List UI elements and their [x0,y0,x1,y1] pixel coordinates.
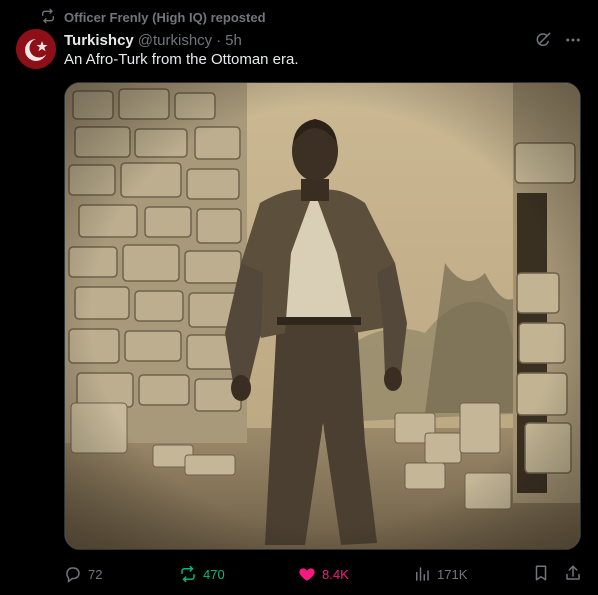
reply-count: 72 [88,566,103,582]
reply-button[interactable]: 72 [64,565,179,583]
action-bar: 72 470 8.4K 171K [64,562,582,586]
share-icon[interactable] [564,564,582,585]
handle[interactable]: @turkishcy [138,32,212,49]
repost-icon [181,565,195,583]
tweet-text: An Afro-Turk from the Ottoman era. [64,51,299,68]
repost-label[interactable]: Officer Frenly (High IQ) reposted [64,10,266,25]
repost-icon [40,8,56,27]
views-count: 171K [437,566,468,582]
repost-button[interactable]: 470 [179,565,298,583]
avatar[interactable] [16,29,56,69]
reply-icon [66,567,80,583]
grok-icon[interactable] [534,31,552,49]
views-button[interactable]: 171K [413,565,532,583]
separator-dot: · [216,31,222,49]
bookmark-icon[interactable] [532,564,550,585]
tweet-header: Turkishcy @turkishcy · 5h [64,30,582,50]
more-icon[interactable] [564,31,582,49]
tweet-photo[interactable] [64,82,581,550]
repost-context: Officer Frenly (High IQ) reposted [40,8,266,26]
timestamp[interactable]: 5h [225,32,242,49]
like-count: 8.4K [322,566,349,582]
heart-icon [299,568,315,581]
like-button[interactable]: 8.4K [298,565,413,583]
repost-count: 470 [203,566,225,582]
display-name[interactable]: Turkishcy [64,32,134,49]
views-icon [416,567,429,581]
